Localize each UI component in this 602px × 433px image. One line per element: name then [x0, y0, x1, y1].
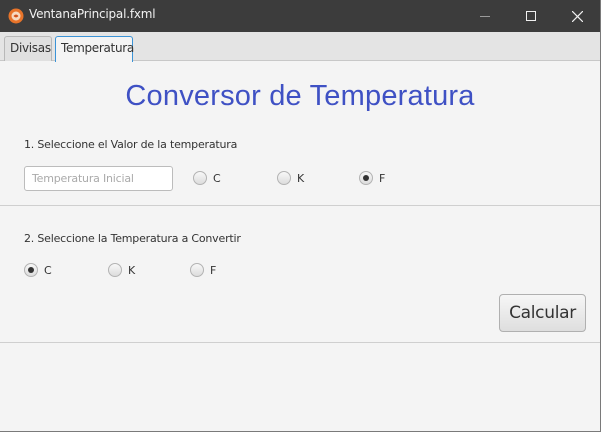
minimize-icon — [480, 16, 490, 17]
minimize-button[interactable] — [462, 0, 508, 32]
input-placeholder: Temperatura Inicial — [32, 172, 134, 185]
application-window: VentanaPrincipal.fxml Divisas Temperatur… — [0, 0, 601, 432]
initial-temperature-input[interactable]: Temperatura Inicial — [24, 166, 173, 191]
close-button[interactable] — [554, 0, 600, 32]
calculate-button[interactable]: Calcular — [499, 294, 586, 332]
step1-label: 1. Seleccione el Valor de la temperatura — [24, 138, 238, 151]
radio-label: K — [297, 171, 305, 185]
maximize-icon — [526, 11, 536, 21]
separator — [0, 205, 600, 206]
radio-label: K — [128, 263, 136, 277]
radio-label: F — [210, 263, 217, 277]
radio-circle — [359, 171, 373, 185]
radio-selected-dot — [363, 175, 369, 181]
maximize-button[interactable] — [508, 0, 554, 32]
tab-divisas[interactable]: Divisas — [4, 36, 52, 61]
title-bar[interactable]: VentanaPrincipal.fxml — [0, 0, 600, 32]
radio-circle — [190, 263, 204, 277]
page-title: Conversor de Temperatura — [125, 80, 475, 112]
target-radio-f[interactable]: F — [190, 263, 216, 277]
target-radio-k[interactable]: K — [108, 263, 135, 277]
radio-label: F — [379, 171, 386, 185]
radio-circle — [277, 171, 291, 185]
tab-bar: Divisas Temperatura — [0, 32, 600, 62]
tab-temperatura[interactable]: Temperatura — [55, 36, 134, 62]
radio-circle — [108, 263, 122, 277]
source-radio-k[interactable]: K — [277, 171, 304, 185]
source-radio-c[interactable]: C — [193, 171, 221, 185]
radio-label: C — [44, 263, 52, 277]
separator — [0, 342, 600, 343]
app-logo-icon — [8, 8, 24, 24]
radio-circle — [193, 171, 207, 185]
close-icon — [571, 10, 583, 22]
radio-circle — [24, 263, 38, 277]
radio-selected-dot — [28, 267, 34, 273]
radio-label: C — [213, 171, 221, 185]
source-radio-f[interactable]: F — [359, 171, 385, 185]
window-title: VentanaPrincipal.fxml — [29, 7, 156, 21]
step2-label: 2. Seleccione la Temperatura a Convertir — [24, 232, 241, 245]
target-radio-c[interactable]: C — [24, 263, 52, 277]
